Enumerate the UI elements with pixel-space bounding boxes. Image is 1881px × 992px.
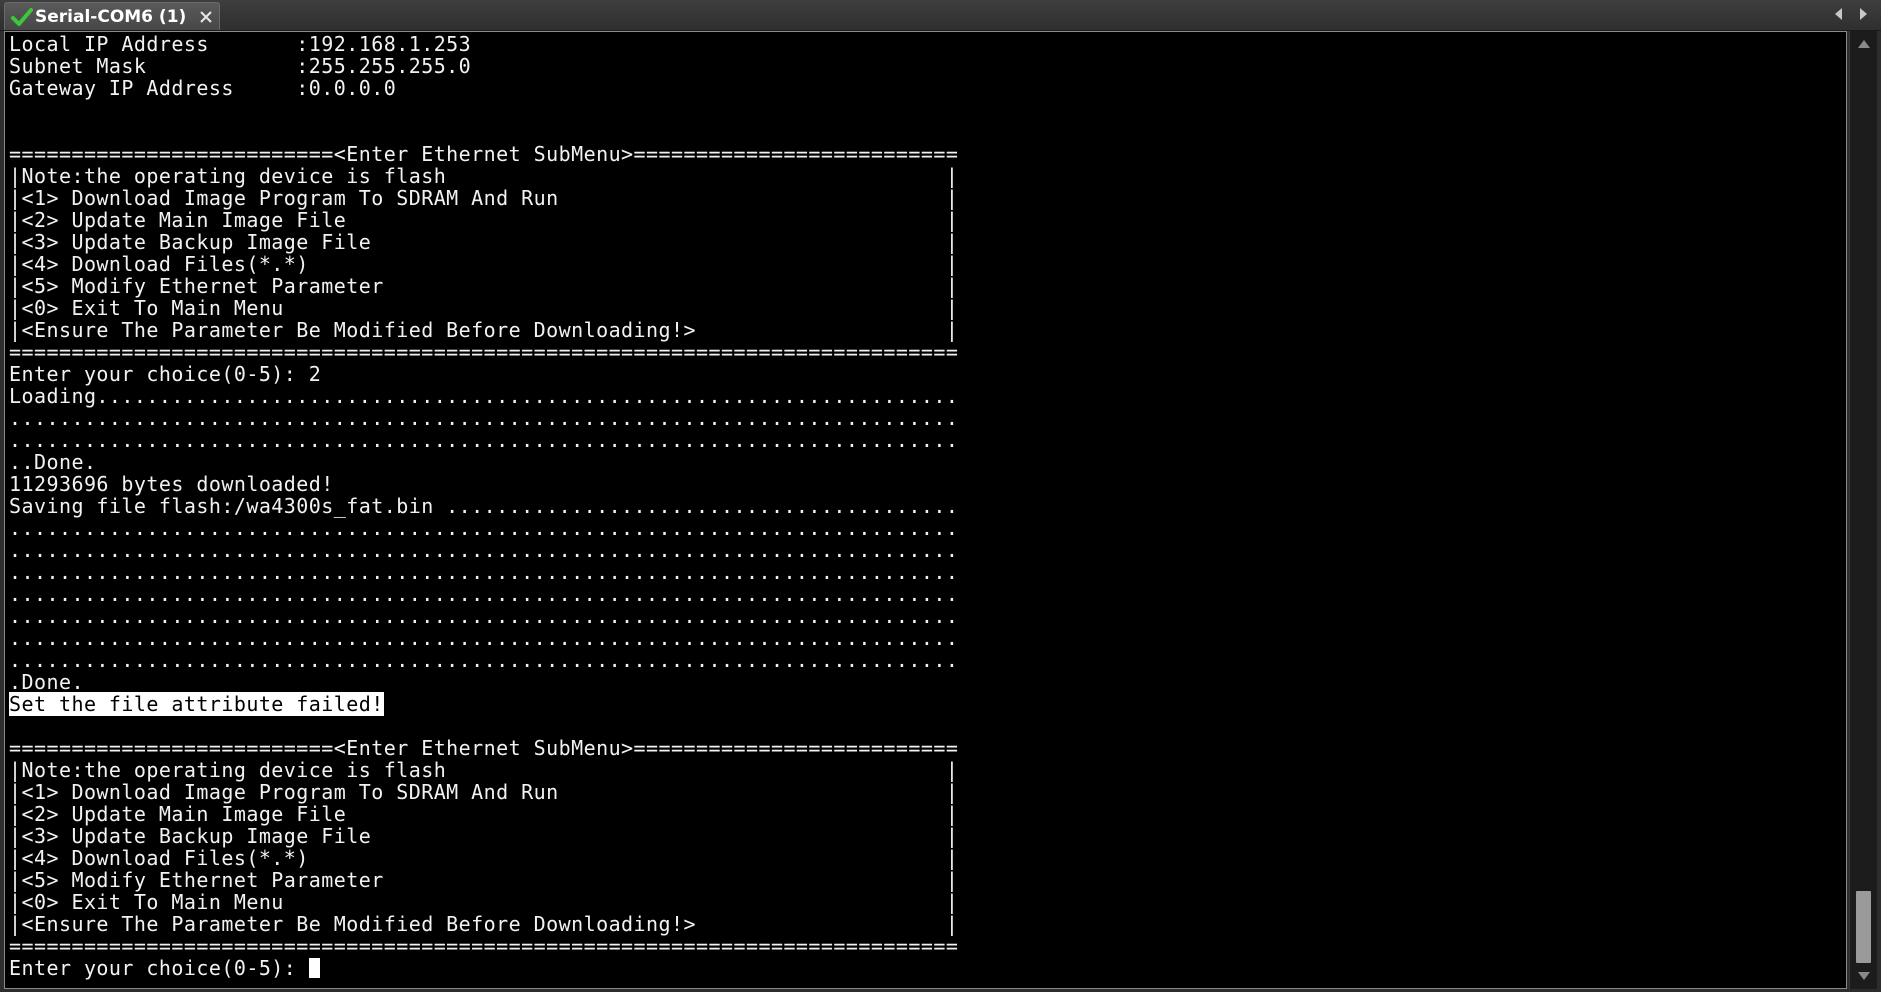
terminal-line: |<3> Update Backup Image File |: [9, 824, 959, 848]
terminal-line: ........................................…: [9, 582, 959, 606]
terminal-line: |<Ensure The Parameter Be Modified Befor…: [9, 318, 959, 342]
chevron-left-icon[interactable]: [1832, 6, 1846, 22]
terminal-line: Saving file flash:/wa4300s_fat.bin .....…: [9, 494, 959, 518]
terminal-line: |<4> Download Files(*.*) |: [9, 252, 959, 276]
terminal-line: ==========================<Enter Etherne…: [9, 142, 959, 166]
terminal-line: |Note:the operating device is flash |: [9, 758, 959, 782]
terminal-line: ........................................…: [9, 648, 959, 672]
prompt-line[interactable]: Enter your choice(0-5):: [9, 957, 958, 979]
terminal-line: |<5> Modify Ethernet Parameter |: [9, 868, 959, 892]
tab-serial-com6[interactable]: Serial-COM6 (1): [4, 2, 220, 30]
terminal-line: |<1> Download Image Program To SDRAM And…: [9, 186, 959, 210]
terminal-line: |<3> Update Backup Image File |: [9, 230, 959, 254]
chevron-right-icon[interactable]: [1856, 6, 1870, 22]
terminal-line: ........................................…: [9, 538, 959, 562]
close-icon[interactable]: [198, 9, 214, 25]
terminal-lines: Local IP Address :192.168.1.253 Subnet M…: [9, 33, 958, 979]
terminal-line: |<0> Exit To Main Menu |: [9, 296, 959, 320]
terminal-line: |<1> Download Image Program To SDRAM And…: [9, 780, 959, 804]
terminal-line: Gateway IP Address :0.0.0.0: [9, 76, 397, 100]
vertical-scrollbar[interactable]: [1849, 31, 1877, 989]
terminal-line: |<Ensure The Parameter Be Modified Befor…: [9, 912, 959, 936]
terminal-line: Local IP Address :192.168.1.253: [9, 32, 472, 56]
terminal-line: |<2> Update Main Image File |: [9, 802, 959, 826]
prompt-text: Enter your choice(0-5):: [9, 956, 309, 980]
terminal-line: ========================================…: [9, 934, 959, 958]
scrollbar-thumb[interactable]: [1856, 891, 1871, 963]
error-message: Set the file attribute failed!: [9, 692, 384, 716]
terminal-line: Enter your choice(0-5): 2: [9, 362, 322, 386]
tab-bar: Serial-COM6 (1): [0, 0, 1881, 31]
terminal-line: ..Done.: [9, 450, 97, 474]
terminal-line: |<4> Download Files(*.*) |: [9, 846, 959, 870]
text-cursor: [308, 958, 320, 978]
terminal-line: ==========================<Enter Etherne…: [9, 736, 959, 760]
terminal-line: ........................................…: [9, 406, 959, 430]
terminal-line: ........................................…: [9, 428, 959, 452]
terminal-application-window: Serial-COM6 (1) Local IP Address :192.16…: [0, 0, 1881, 992]
terminal-line: |<2> Update Main Image File |: [9, 208, 959, 232]
terminal-line: ........................................…: [9, 560, 959, 584]
terminal-line: ........................................…: [9, 604, 959, 628]
terminal-line: ........................................…: [9, 626, 959, 650]
scroll-up-icon[interactable]: [1856, 37, 1872, 51]
terminal-line: |Note:the operating device is flash |: [9, 164, 959, 188]
terminal-line: Loading.................................…: [9, 384, 959, 408]
terminal-line: .Done.: [9, 670, 84, 694]
tab-title: Serial-COM6 (1): [35, 6, 187, 27]
terminal-line: ========================================…: [9, 340, 959, 364]
terminal-line: |<5> Modify Ethernet Parameter |: [9, 274, 959, 298]
highlighted-error-line: Set the file attribute failed!: [9, 692, 958, 716]
terminal-line: ........................................…: [9, 516, 959, 540]
check-icon: [11, 7, 33, 26]
terminal-line: 11293696 bytes downloaded!: [9, 472, 334, 496]
terminal-output[interactable]: Local IP Address :192.168.1.253 Subnet M…: [4, 31, 1847, 989]
terminal-line: |<0> Exit To Main Menu |: [9, 890, 959, 914]
scroll-down-icon[interactable]: [1856, 969, 1872, 983]
terminal-line: Subnet Mask :255.255.255.0: [9, 54, 472, 78]
